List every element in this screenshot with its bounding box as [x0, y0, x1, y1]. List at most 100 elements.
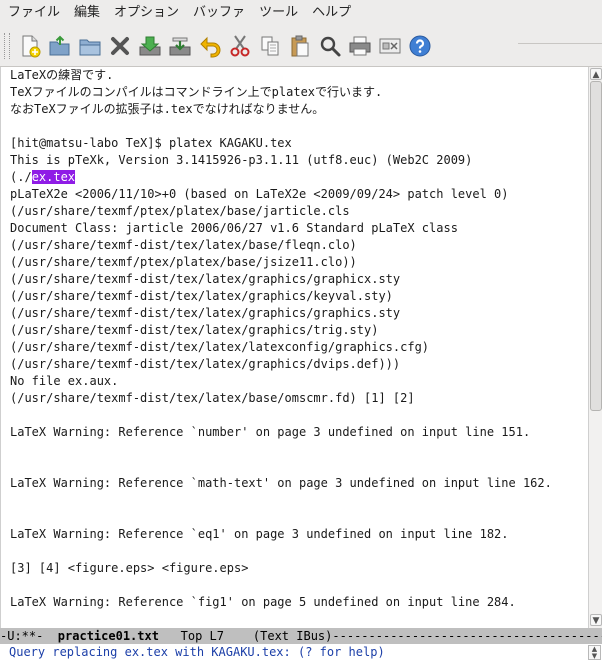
buffer-line[interactable]: (/usr/share/texmf-dist/tex/latex/graphic… — [10, 305, 589, 322]
new-file-button[interactable] — [16, 31, 43, 61]
scroll-down-arrow-icon[interactable]: ▼ — [590, 614, 602, 626]
cut-icon — [230, 35, 249, 57]
toolbar — [0, 26, 602, 67]
buffer-line-text: LaTeX Warning: Reference `math-text' on … — [10, 476, 552, 490]
buffer-line[interactable] — [10, 492, 589, 509]
help-icon — [409, 35, 430, 57]
close-button[interactable] — [106, 31, 133, 61]
buffer-line[interactable]: Document Class: jarticle 2006/06/27 v1.6… — [10, 220, 589, 237]
buffer-line[interactable]: [hit@matsu-labo TeX]$ platex KAGAKU.tex — [10, 135, 589, 152]
menu-bar: ファイル 編集 オプション バッファ ツール ヘルプ — [0, 0, 602, 26]
print-button[interactable] — [346, 31, 373, 61]
save-button[interactable] — [136, 31, 163, 61]
buffer-line[interactable]: (/usr/share/texmf-dist/tex/latex/graphic… — [10, 288, 589, 305]
vertical-scrollbar[interactable]: ▲ ▼ — [588, 67, 602, 628]
buffer-line-text: No file ex.aux. — [10, 374, 119, 388]
editor-buffer[interactable]: LaTeXの練習です. TeXファイルのコンパイルはコマンドライン上でplatex… — [0, 67, 589, 628]
menu-help[interactable]: ヘルプ — [305, 0, 358, 26]
buffer-text[interactable]: LaTeXの練習です. TeXファイルのコンパイルはコマンドライン上でplatex… — [1, 67, 589, 611]
buffer-line[interactable]: なおTeXファイルの拡張子は.texでなければなりません。 — [10, 101, 589, 118]
modeline-mode[interactable]: (Text IBus) — [253, 629, 332, 643]
buffer-line-text: LaTeXの練習です. — [10, 68, 114, 82]
preferences-button[interactable] — [376, 31, 403, 61]
buffer-line-text: (./ — [10, 170, 32, 184]
help-button[interactable] — [406, 31, 433, 61]
buffer-line[interactable]: (/usr/share/texmf-dist/tex/latex/base/om… — [10, 390, 589, 407]
preferences-icon — [379, 38, 400, 54]
open-file-button[interactable] — [46, 31, 73, 61]
buffer-line[interactable]: (/usr/share/texmf/ptex/platex/base/jsize… — [10, 254, 589, 271]
buffer-line[interactable]: TeXファイルのコンパイルはコマンドライン上でplatexで行います. — [10, 84, 589, 101]
buffer-line[interactable]: (/usr/share/texmf-dist/tex/latex/graphic… — [10, 356, 589, 373]
copy-icon — [261, 36, 278, 56]
buffer-line-text: (/usr/share/texmf-dist/tex/latex/graphic… — [10, 306, 401, 320]
modeline-buffer-name[interactable]: practice01.txt — [58, 629, 159, 643]
buffer-line[interactable]: pLaTeX2e <2006/11/10>+0 (based on LaTeX2… — [10, 186, 589, 203]
buffer-line[interactable]: LaTeX Warning: Reference `math-text' on … — [10, 475, 589, 492]
buffer-line[interactable]: (/usr/share/texmf-dist/tex/latex/graphic… — [10, 322, 589, 339]
buffer-line-text: (/usr/share/texmf-dist/tex/latex/base/fl… — [10, 238, 357, 252]
modeline-gap-2 — [224, 629, 253, 643]
buffer-line[interactable]: LaTeXの練習です. — [10, 67, 589, 84]
buffer-line-text: pLaTeX2e <2006/11/10>+0 (based on LaTeX2… — [10, 187, 509, 201]
modeline-position: Top L7 — [180, 629, 224, 643]
buffer-line-text: (/usr/share/texmf-dist/tex/latex/graphic… — [10, 323, 379, 337]
scroll-up-arrow-icon[interactable]: ▲ — [590, 68, 602, 80]
save-as-icon — [169, 37, 190, 56]
buffer-line[interactable] — [10, 577, 589, 594]
buffer-line[interactable]: LaTeX Warning: Reference `fig1' on page … — [10, 594, 589, 611]
modeline-fill: ----------------------------------------… — [332, 629, 602, 643]
buffer-line[interactable]: No file ex.aux. — [10, 373, 589, 390]
scroll-thumb[interactable] — [590, 81, 602, 411]
modeline-status: -U:**- — [0, 629, 58, 643]
buffer-line-text: Document Class: jarticle 2006/06/27 v1.6… — [10, 221, 458, 235]
buffer-line[interactable]: LaTeX Warning: Reference `eq1' on page 3… — [10, 526, 589, 543]
toolbar-spacer — [518, 30, 602, 44]
buffer-line[interactable] — [10, 509, 589, 526]
open-directory-button[interactable] — [76, 31, 103, 61]
buffer-line[interactable]: LaTeX Warning: Reference `number' on pag… — [10, 424, 589, 441]
buffer-line[interactable] — [10, 458, 589, 475]
menu-buffers[interactable]: バッファ — [186, 0, 252, 26]
buffer-line[interactable]: This is pTeXk, Version 3.1415926-p3.1.11… — [10, 152, 589, 169]
buffer-line-text: (/usr/share/texmf-dist/tex/latex/base/om… — [10, 391, 415, 405]
buffer-line-text: (/usr/share/texmf-dist/tex/latex/graphic… — [10, 289, 393, 303]
new-file-icon — [22, 35, 40, 58]
buffer-line[interactable]: (./ex.tex — [10, 169, 589, 186]
save-as-button[interactable] — [166, 31, 193, 61]
buffer-line[interactable]: (/usr/share/texmf-dist/tex/latex/latexco… — [10, 339, 589, 356]
buffer-line[interactable] — [10, 407, 589, 424]
save-icon — [139, 36, 160, 56]
copy-button[interactable] — [256, 31, 283, 61]
menu-edit[interactable]: 編集 — [67, 0, 107, 26]
buffer-line-text: LaTeX Warning: Reference `eq1' on page 3… — [10, 527, 509, 541]
search-match-highlight: ex.tex — [31, 170, 76, 184]
search-button[interactable] — [316, 31, 343, 61]
print-icon — [349, 36, 370, 56]
toolbar-grip[interactable] — [4, 33, 10, 59]
modeline-gap-1 — [159, 629, 181, 643]
menu-tools[interactable]: ツール — [252, 0, 305, 26]
buffer-line[interactable]: (/usr/share/texmf/ptex/platex/base/jarti… — [10, 203, 589, 220]
undo-button[interactable] — [196, 31, 223, 61]
buffer-line-text: (/usr/share/texmf-dist/tex/latex/graphic… — [10, 357, 401, 371]
buffer-line[interactable] — [10, 441, 589, 458]
buffer-line-text: LaTeX Warning: Reference `fig1' on page … — [10, 595, 516, 609]
buffer-line[interactable] — [10, 543, 589, 560]
close-icon — [110, 37, 129, 55]
buffer-line[interactable]: (/usr/share/texmf-dist/tex/latex/base/fl… — [10, 237, 589, 254]
buffer-line[interactable]: (/usr/share/texmf-dist/tex/latex/graphic… — [10, 271, 589, 288]
menu-options[interactable]: オプション — [107, 0, 186, 26]
buffer-line-text: [hit@matsu-labo TeX]$ platex KAGAKU.tex — [10, 136, 292, 150]
buffer-line[interactable]: [3] [4] <figure.eps> <figure.eps> — [10, 560, 589, 577]
buffer-line-text: (/usr/share/texmf-dist/tex/latex/graphic… — [10, 272, 401, 286]
undo-icon — [199, 36, 220, 58]
minibuffer[interactable]: Query replacing ex.tex with KAGAKU.tex: … — [0, 644, 602, 661]
menu-file[interactable]: ファイル — [0, 0, 67, 26]
buffer-line[interactable] — [10, 118, 589, 135]
buffer-line-text: なおTeXファイルの拡張子は.texでなければなりません。 — [10, 102, 325, 116]
paste-button[interactable] — [286, 31, 313, 61]
cut-button[interactable] — [226, 31, 253, 61]
open-directory-icon — [79, 39, 100, 56]
minibuffer-scroll-icon[interactable]: ▲ ▼ — [588, 645, 601, 660]
